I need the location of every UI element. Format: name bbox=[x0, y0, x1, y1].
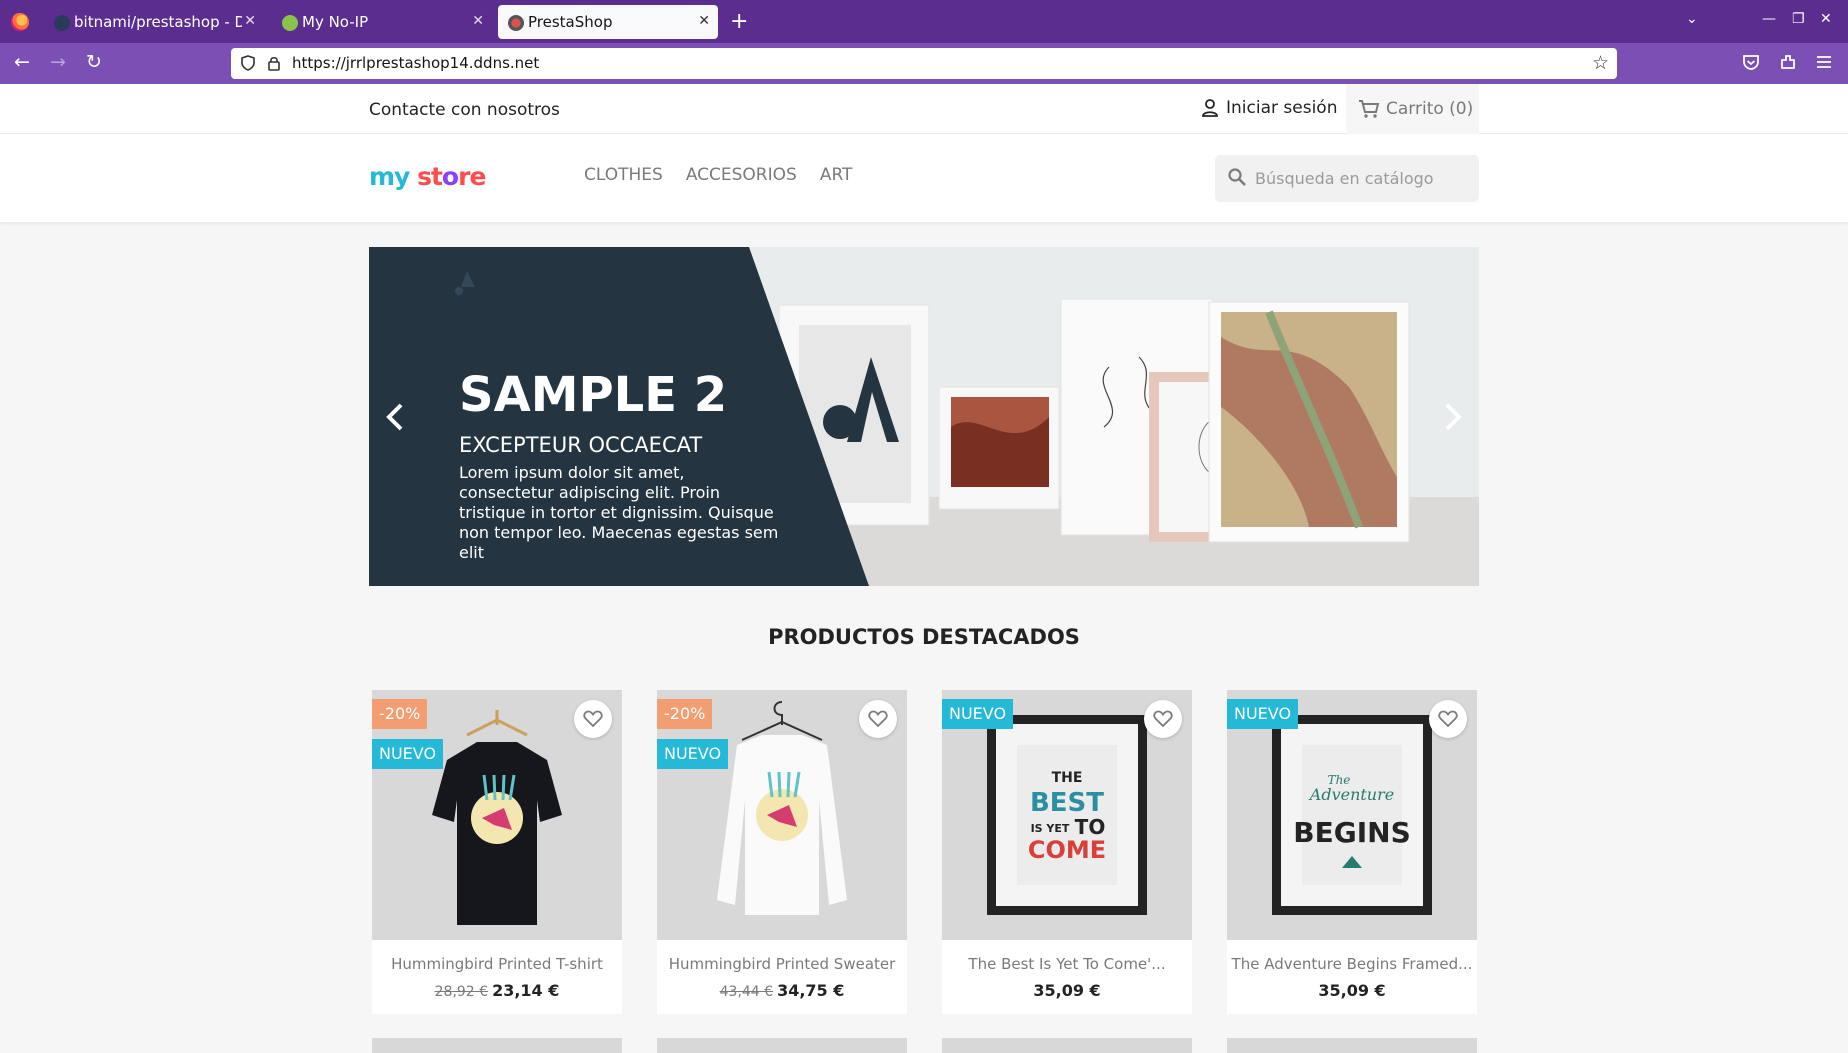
wishlist-button[interactable] bbox=[574, 700, 612, 738]
product-image[interactable]: -20% NUEVO bbox=[657, 690, 907, 940]
poster-word: THE bbox=[1052, 770, 1083, 786]
poster-word: Adventure bbox=[1308, 785, 1394, 804]
signin-link[interactable]: Iniciar sesión bbox=[1200, 98, 1337, 118]
catalog-search bbox=[1215, 155, 1479, 202]
new-tab-icon[interactable]: + bbox=[730, 9, 748, 34]
poster-word: BEST bbox=[1030, 788, 1104, 818]
reload-icon[interactable]: ↻ bbox=[86, 51, 102, 73]
firefox-menu-icon[interactable] bbox=[11, 13, 29, 31]
product-card[interactable]: -20% NUEVO Hummingbird Printed Sweater 4… bbox=[657, 690, 907, 1014]
url-text[interactable]: https://jrrlprestashop14.ddns.net bbox=[292, 54, 539, 72]
carousel-prev-icon[interactable] bbox=[381, 397, 411, 437]
slide-text: Lorem ipsum dolor sit amet, consectetur … bbox=[459, 463, 779, 562]
regular-price: 28,92 € bbox=[434, 984, 489, 1000]
site-topbar: Contacte con nosotros Iniciar sesión Car… bbox=[0, 84, 1848, 134]
product-card-peek bbox=[657, 1038, 907, 1053]
menu-item-art[interactable]: ART bbox=[820, 165, 853, 185]
cart-label: Carrito (0) bbox=[1386, 99, 1474, 119]
hamburger-menu-icon[interactable] bbox=[1814, 52, 1834, 72]
current-price: 35,09 € bbox=[1318, 981, 1386, 1000]
heart-icon bbox=[868, 710, 888, 728]
regular-price: 43,44 € bbox=[719, 984, 774, 1000]
tab-noip[interactable]: My No-IP ✕ bbox=[272, 5, 492, 39]
bookmark-star-icon[interactable]: ☆ bbox=[1592, 52, 1609, 74]
restore-icon[interactable]: ❐ bbox=[1792, 11, 1805, 27]
tracking-shield-icon[interactable] bbox=[241, 55, 255, 71]
shopping-cart-icon bbox=[1359, 100, 1380, 118]
slide-title: SAMPLE 2 bbox=[459, 367, 728, 423]
product-price: 35,09 € bbox=[942, 981, 1192, 1000]
product-name[interactable]: The Best Is Yet To Come'... bbox=[942, 955, 1192, 973]
user-icon bbox=[1202, 99, 1218, 117]
product-name[interactable]: Hummingbird Printed T-shirt bbox=[372, 955, 622, 973]
prestashop-favicon-icon bbox=[508, 15, 524, 31]
current-price: 34,75 € bbox=[777, 981, 845, 1000]
product-card[interactable]: The Adventure BEGINS NUEVO The Adventure… bbox=[1227, 690, 1477, 1014]
wishlist-button[interactable] bbox=[1144, 700, 1182, 738]
new-badge: NUEVO bbox=[942, 699, 1014, 729]
product-price: 28,92 €23,14 € bbox=[372, 981, 622, 1000]
url-bar[interactable]: https://jrrlprestashop14.ddns.net ☆ bbox=[231, 48, 1617, 79]
close-window-icon[interactable]: ✕ bbox=[1820, 11, 1832, 27]
tab-prestashop[interactable]: PrestaShop ✕ bbox=[498, 5, 718, 39]
menu-item-clothes[interactable]: CLOTHES bbox=[584, 165, 663, 185]
new-badge: NUEVO bbox=[1227, 699, 1299, 729]
cart-button[interactable]: Carrito (0) bbox=[1346, 84, 1479, 134]
product-card-peek bbox=[1227, 1038, 1477, 1053]
current-price: 35,09 € bbox=[1033, 981, 1101, 1000]
heart-icon bbox=[583, 710, 603, 728]
docker-favicon-icon bbox=[54, 15, 70, 31]
close-tab-icon[interactable]: ✕ bbox=[698, 13, 710, 29]
product-card[interactable]: THE BEST IS YET TO COME NUEVO The Best I… bbox=[942, 690, 1192, 1014]
poster-word: IS YET bbox=[1031, 822, 1070, 835]
signin-label: Iniciar sesión bbox=[1226, 98, 1338, 118]
noip-favicon-icon bbox=[282, 15, 298, 31]
search-icon[interactable] bbox=[1227, 167, 1247, 187]
poster-word: BEGINS bbox=[1293, 816, 1410, 849]
new-badge: NUEVO bbox=[657, 739, 729, 769]
poster-word: COME bbox=[1028, 836, 1106, 864]
contact-link[interactable]: Contacte con nosotros bbox=[369, 100, 560, 120]
close-tab-icon[interactable]: ✕ bbox=[472, 13, 484, 29]
store-logo[interactable]: my store bbox=[369, 162, 486, 191]
product-image[interactable]: THE BEST IS YET TO COME NUEVO bbox=[942, 690, 1192, 940]
back-icon[interactable]: ← bbox=[14, 51, 30, 73]
current-price: 23,14 € bbox=[492, 981, 560, 1000]
product-card-peek bbox=[372, 1038, 622, 1053]
main-menu: CLOTHES ACCESORIOS ART bbox=[584, 165, 852, 185]
menu-item-accesorios[interactable]: ACCESORIOS bbox=[686, 165, 797, 185]
list-all-tabs-icon[interactable]: ⌄ bbox=[1686, 11, 1698, 27]
heart-icon bbox=[1438, 710, 1458, 728]
close-tab-icon[interactable]: ✕ bbox=[244, 13, 256, 29]
wishlist-button[interactable] bbox=[859, 700, 897, 738]
product-name[interactable]: The Adventure Begins Framed... bbox=[1227, 955, 1477, 973]
minimize-icon[interactable]: — bbox=[1762, 11, 1776, 27]
product-name[interactable]: Hummingbird Printed Sweater bbox=[657, 955, 907, 973]
browser-toolbar: ← → ↻ https://jrrlprestashop14.ddns.net … bbox=[0, 43, 1848, 84]
product-image[interactable]: -20% NUEVO bbox=[372, 690, 622, 940]
product-price: 35,09 € bbox=[1227, 981, 1477, 1000]
forward-icon[interactable]: → bbox=[50, 51, 66, 73]
tab-bitnami[interactable]: bitnami/prestashop - Doc ✕ bbox=[44, 5, 264, 39]
product-image[interactable]: The Adventure BEGINS NUEVO bbox=[1227, 690, 1477, 940]
discount-badge: -20% bbox=[372, 699, 428, 729]
wishlist-button[interactable] bbox=[1429, 700, 1467, 738]
product-price: 43,44 €34,75 € bbox=[657, 981, 907, 1000]
site-header: my store CLOTHES ACCESORIOS ART bbox=[0, 134, 1848, 222]
featured-products-title: PRODUCTOS DESTACADOS bbox=[768, 625, 1080, 649]
search-input[interactable] bbox=[1255, 165, 1470, 192]
lock-icon[interactable] bbox=[267, 55, 281, 71]
browser-tabbar: bitnami/prestashop - Doc ✕ My No-IP ✕ Pr… bbox=[0, 0, 1848, 43]
carousel-next-icon[interactable] bbox=[1437, 397, 1467, 437]
product-card[interactable]: -20% NUEVO Hummingbird Printed T-shirt 2… bbox=[372, 690, 622, 1014]
pocket-icon[interactable] bbox=[1741, 52, 1761, 72]
new-badge: NUEVO bbox=[372, 739, 444, 769]
product-card-peek bbox=[942, 1038, 1192, 1053]
extensions-icon[interactable] bbox=[1778, 52, 1798, 72]
slide-subtitle: EXCEPTEUR OCCAECAT bbox=[459, 433, 703, 457]
home-carousel: SAMPLE 2 EXCEPTEUR OCCAECAT Lorem ipsum … bbox=[369, 247, 1479, 586]
discount-badge: -20% bbox=[657, 699, 713, 729]
heart-icon bbox=[1153, 710, 1173, 728]
